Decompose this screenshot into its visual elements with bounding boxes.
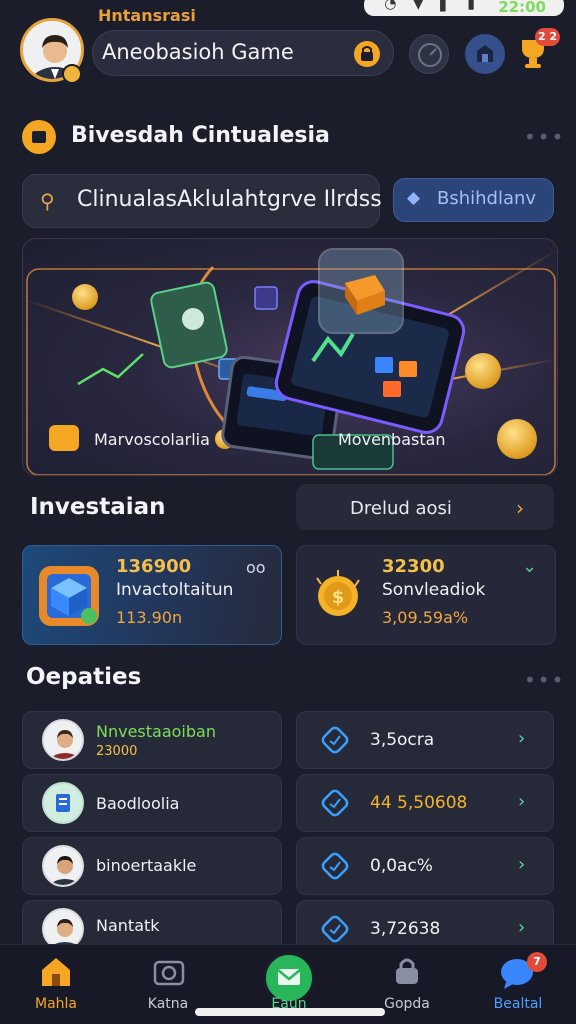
search-button-label: Bshihdlanv	[437, 188, 537, 209]
list-item-name: Nnvestaaoiban	[96, 722, 216, 741]
chevron-right-icon: ›	[518, 917, 526, 938]
investment-label: Invactoltaitun	[116, 580, 234, 600]
service-value: 32300	[382, 556, 445, 577]
list-item-value: 3,72638	[370, 919, 441, 939]
mail-icon	[277, 969, 301, 985]
game-title: Aneobasioh Game	[102, 40, 294, 64]
home-button[interactable]	[465, 34, 505, 74]
svg-text:$: $	[332, 587, 345, 608]
clock-icon	[418, 43, 442, 67]
chevron-down-icon[interactable]: ⌄	[522, 556, 537, 577]
user-outline-icon: ⚲	[40, 189, 55, 213]
nav-bealtal-label[interactable]: Bealtal	[478, 996, 558, 1012]
lock-icon[interactable]	[354, 41, 380, 67]
camera-icon[interactable]	[152, 956, 186, 988]
investment-extra: oo	[246, 558, 266, 577]
diamond-icon: ◆	[407, 188, 421, 208]
list-item-name: binoertaakle	[96, 856, 197, 875]
home-indicator[interactable]	[195, 1008, 385, 1016]
tag-icon	[321, 915, 349, 943]
lock-icon[interactable]	[390, 954, 424, 988]
more-options-icon[interactable]: •••	[524, 668, 565, 692]
list-item-value: 0,0ac%	[370, 856, 433, 876]
tag-icon	[321, 852, 349, 880]
avatar-badge-icon	[62, 64, 82, 84]
investment-sub: 113.90n	[116, 608, 183, 627]
chevron-right-icon: ›	[518, 728, 526, 749]
home-icon[interactable]	[38, 954, 74, 988]
clock-button[interactable]	[409, 34, 449, 74]
hero-caption-right: Movenbastan	[338, 430, 446, 449]
notification-badge: 2 2	[535, 28, 561, 46]
deposits-title: Oepaties	[26, 664, 142, 690]
section-title: Bivesdah Cintualesia	[71, 123, 330, 148]
service-label: Sonvleadiok	[382, 580, 486, 600]
nav-notification-badge: 7	[527, 952, 547, 972]
list-item-value: 3,5ocra	[370, 730, 435, 750]
service-sub: 3,09.59a%	[382, 608, 469, 627]
folder-icon	[22, 120, 56, 154]
avatar	[42, 845, 84, 887]
investment-value: 136900	[116, 556, 192, 577]
search-input-value: ClinualasAklulahtgrve Ilrdss	[77, 187, 382, 212]
chevron-right-icon: ›	[516, 496, 524, 520]
building-icon	[477, 45, 493, 62]
chevron-right-icon: ›	[518, 791, 526, 812]
coin-icon: $	[316, 570, 360, 616]
chevron-right-icon: ›	[518, 854, 526, 875]
hero-caption-left: Marvoscolarlia	[94, 430, 210, 449]
investment-title: Investaian	[30, 494, 166, 520]
app-kicker: Hntansrasi	[98, 6, 196, 25]
signal-icon: ◔ ▼ ▌ ▮	[384, 0, 481, 12]
avatar	[42, 719, 84, 761]
list-item-sub: 23000	[96, 744, 138, 759]
status-time: 22:00	[498, 0, 546, 16]
list-item-name: Baodloolia	[96, 794, 180, 813]
more-options-icon[interactable]: •••	[524, 125, 565, 149]
investment-details-label: Drelud aosi	[350, 498, 452, 519]
tag-icon	[321, 789, 349, 817]
tag-icon	[321, 726, 349, 754]
nav-home-label[interactable]: Mahla	[16, 996, 96, 1012]
document-icon	[42, 782, 84, 824]
list-item-value: 44 5,50608	[370, 793, 468, 813]
list-item-name: Nantatk	[96, 916, 160, 935]
gift-box-icon	[39, 566, 99, 626]
